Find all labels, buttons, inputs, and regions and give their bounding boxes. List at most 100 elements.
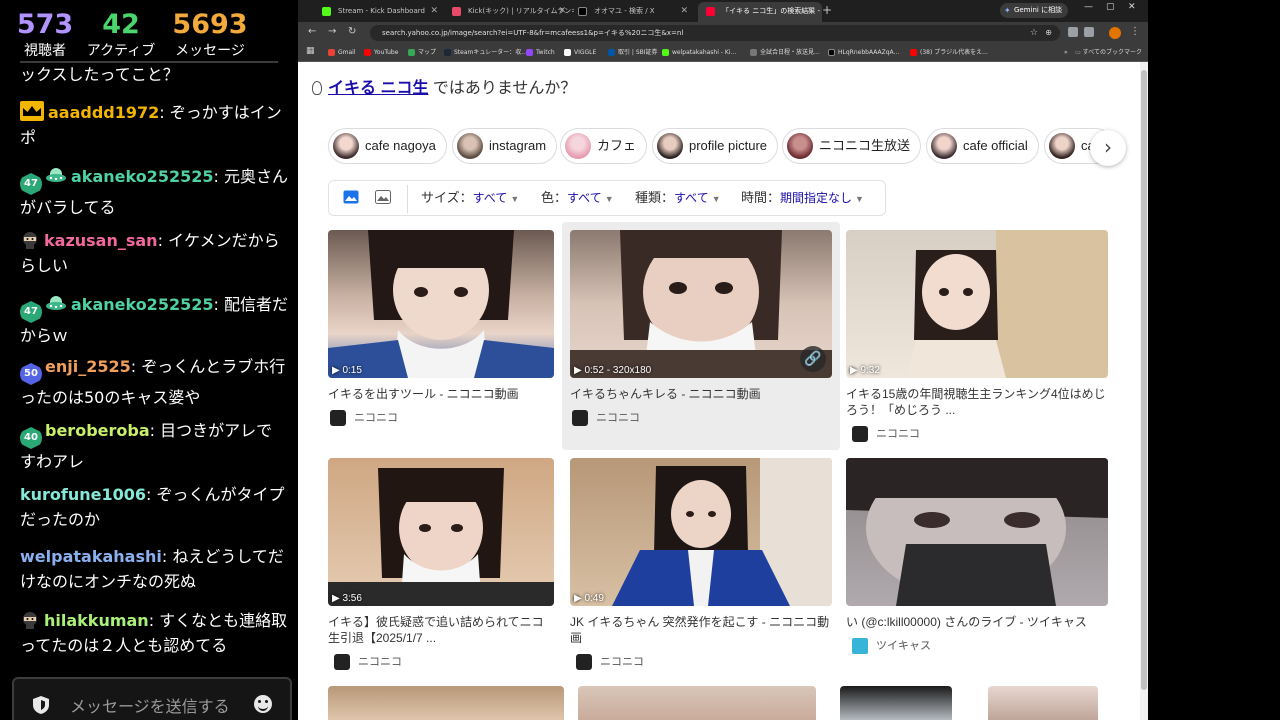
suggested-query-link[interactable]: イキる ニコ生 — [328, 80, 428, 97]
link-icon[interactable]: 🔗 — [800, 346, 826, 372]
result-card[interactable]: ▶ 9:32 イキる15歳の年間視聴生主ランキング4位はめじろう！「めじろう .… — [846, 230, 1108, 448]
extension-icon[interactable] — [1068, 27, 1078, 37]
result-source[interactable]: ニコニコ — [570, 410, 640, 426]
chat-message: 50 enji_2525: ぞっくんとラブホ行ったのは50のキャス婆や — [20, 354, 288, 410]
bookmark-item[interactable]: (38) ブラジル代表をえ... — [910, 44, 988, 62]
result-source[interactable]: ニコニコ — [850, 426, 920, 442]
chat-username[interactable]: aaaddd1972 — [48, 103, 159, 122]
zoom-icon[interactable]: ⊕ — [1045, 25, 1052, 41]
twitcasting-icon — [852, 638, 868, 654]
bookmark-item[interactable]: Steamキュレーター：収... — [444, 44, 527, 62]
profile-avatar[interactable] — [1109, 27, 1121, 39]
result-card[interactable]: い (@c:lkill00000) さんのライブ - ツイキャス ツイキャス — [846, 458, 1108, 670]
result-card[interactable]: ▶ 0:52 - 320x180 🔗 イキるちゃんキレる - ニコニコ動画 ニコ… — [562, 222, 840, 450]
result-source[interactable]: ニコニコ — [332, 654, 402, 670]
chevron-right-icon[interactable]: › — [1090, 130, 1126, 166]
bookmarks-more-icon[interactable]: » — [1054, 44, 1068, 62]
filter-size[interactable]: サイズ：すべて ▼ — [421, 181, 519, 216]
chip-cafe-nagoya[interactable]: cafe nagoya — [328, 128, 447, 164]
window-close-icon[interactable]: ✕ — [1128, 2, 1136, 12]
result-card[interactable]: ▶ 3:56 イキる】彼氏疑惑で追い詰められてニコ生引退【2025/1/7 ..… — [328, 458, 554, 670]
result-card[interactable]: ▶ 0:49 JK イキるちゃん 突然発作を起こす - ニコニコ動画 ニコニコ — [570, 458, 832, 670]
message-text: ックスしたってこと？ — [20, 65, 179, 84]
chat-username[interactable]: hilakkuman — [44, 611, 149, 630]
result-thumbnail[interactable] — [578, 686, 816, 720]
chat-username[interactable]: kazusan_san — [44, 231, 158, 250]
result-thumbnail[interactable]: ▶ 0:15 — [328, 230, 554, 378]
image-grid-icon[interactable] — [375, 190, 391, 204]
chat-username[interactable]: beroberoba — [45, 421, 150, 440]
result-thumbnail[interactable] — [840, 686, 952, 720]
forward-icon[interactable]: → — [328, 26, 336, 37]
all-bookmarks[interactable]: すべてのブックマーク — [1075, 44, 1142, 62]
bookmark-item[interactable]: マップ — [408, 44, 436, 62]
result-source[interactable]: ニコニコ — [574, 654, 644, 670]
menu-icon[interactable]: ⋮ — [1130, 26, 1140, 37]
bookmark-item[interactable]: HLqRnebbAAAZqA... — [828, 44, 899, 62]
new-tab-icon[interactable]: + — [822, 3, 832, 17]
result-title[interactable]: イキるを出すツール - ニコニコ動画 — [328, 386, 554, 402]
chat-username[interactable]: akaneko252525 — [71, 295, 213, 314]
bookmark-item[interactable]: YouTube — [364, 44, 398, 62]
result-title[interactable]: イキる15歳の年間視聴生主ランキング4位はめじろう！「めじろう ... — [846, 386, 1108, 418]
tab-yahoo-search[interactable]: 「イキる ニコ生」の検索結果 - Yahoo✕ — [698, 2, 822, 22]
chip-cafe[interactable]: カフェ — [560, 128, 648, 164]
gemini-button[interactable]: Gemini に相談 — [1000, 3, 1068, 18]
result-thumbnail[interactable] — [988, 686, 1098, 720]
bookmark-item[interactable]: welpatakahashi - Ki... — [662, 44, 736, 62]
viewers-count: 573 — [16, 9, 74, 40]
filter-type[interactable]: 種類：すべて ▼ — [635, 181, 721, 216]
chip-niconico-live[interactable]: ニコニコ生放送 — [782, 128, 922, 164]
result-thumbnail[interactable]: ▶ 0:49 — [570, 458, 832, 606]
chat-username[interactable]: welpatakahashi — [20, 547, 162, 566]
apps-icon[interactable]: ▦ — [306, 46, 315, 56]
bookmark-star-icon[interactable]: ☆ — [1030, 25, 1038, 41]
chip-profile-picture[interactable]: profile picture — [652, 128, 779, 164]
result-title[interactable]: イキる】彼氏疑惑で追い詰められてニコ生引退【2025/1/7 ... — [328, 614, 554, 646]
image-view-icon[interactable] — [343, 190, 359, 204]
bookmark-item[interactable]: 全試合日程・放送見... — [750, 44, 820, 62]
result-thumbnail[interactable] — [846, 458, 1108, 606]
result-thumbnail[interactable]: ▶ 0:52 - 320x180 🔗 — [570, 230, 832, 378]
chip-cafe-official[interactable]: cafe official — [926, 128, 1039, 164]
result-title[interactable]: JK イキるちゃん 突然発作を起こす - ニコニコ動画 — [570, 614, 832, 646]
close-icon[interactable]: ✕ — [806, 2, 814, 20]
bookmark-item[interactable]: Gmail — [328, 44, 356, 62]
emoji-icon[interactable] — [254, 695, 272, 713]
result-card[interactable]: ▶ 0:15 イキるを出すツール - ニコニコ動画 ニコニコ — [328, 230, 554, 430]
viewers-label: 視聴者 — [24, 43, 66, 59]
bookmark-item[interactable]: 取引 | SBI証券 — [608, 44, 658, 62]
tab-x-search[interactable]: オオマユ - 検索 / X ✕ — [570, 2, 696, 22]
chat-message-input[interactable]: メッセージを送信する — [12, 677, 292, 720]
result-title[interactable]: イキるちゃんキレる - ニコニコ動画 — [570, 386, 832, 402]
filter-time[interactable]: 時間：期間指定なし ▼ — [741, 181, 864, 216]
chat-username[interactable]: kurofune1006 — [20, 485, 146, 504]
result-thumbnail[interactable]: ▶ 9:32 — [846, 230, 1108, 378]
result-thumbnail[interactable] — [328, 686, 564, 720]
chip-instagram[interactable]: instagram — [452, 128, 558, 164]
maximize-icon[interactable]: ▢ — [1106, 2, 1115, 12]
chat-message: kazusan_san: イケメンだかららしい — [20, 228, 288, 278]
close-icon[interactable]: ✕ — [680, 2, 688, 20]
close-icon[interactable]: ✕ — [430, 2, 438, 20]
bookmark-item[interactable]: VIGGLE — [564, 44, 596, 62]
shield-icon[interactable] — [32, 695, 50, 715]
extensions-puzzle-icon[interactable] — [1084, 27, 1094, 37]
back-icon[interactable]: ← — [308, 26, 316, 37]
chat-username[interactable]: akaneko252525 — [71, 167, 213, 186]
browser-toolbar: ← → ↻ search.yahoo.co.jp/image/search?ei… — [298, 22, 1148, 44]
chat-username[interactable]: enji_2525 — [45, 357, 131, 376]
tab-kick-ranking[interactable]: Kick(キック) | リアルタイムランキング✕ — [444, 2, 574, 22]
result-source[interactable]: ツイキャス — [850, 638, 931, 654]
tab-kick-dashboard[interactable]: Stream - Kick Dashboard ✕ — [314, 2, 446, 22]
address-bar[interactable]: search.yahoo.co.jp/image/search?ei=UTF-8… — [370, 25, 1060, 41]
filter-color[interactable]: 色：すべて ▼ — [541, 181, 614, 216]
reload-icon[interactable]: ↻ — [348, 26, 356, 37]
minimize-icon[interactable]: — — [1084, 2, 1093, 12]
result-source[interactable]: ニコニコ — [328, 410, 398, 426]
result-thumbnail[interactable]: ▶ 3:56 — [328, 458, 554, 606]
result-title[interactable]: い (@c:lkill00000) さんのライブ - ツイキャス — [846, 614, 1108, 630]
close-icon[interactable]: ✕ — [558, 2, 566, 20]
scrollbar-thumb[interactable] — [1141, 70, 1147, 690]
bookmark-item[interactable]: Twitch — [526, 44, 555, 62]
